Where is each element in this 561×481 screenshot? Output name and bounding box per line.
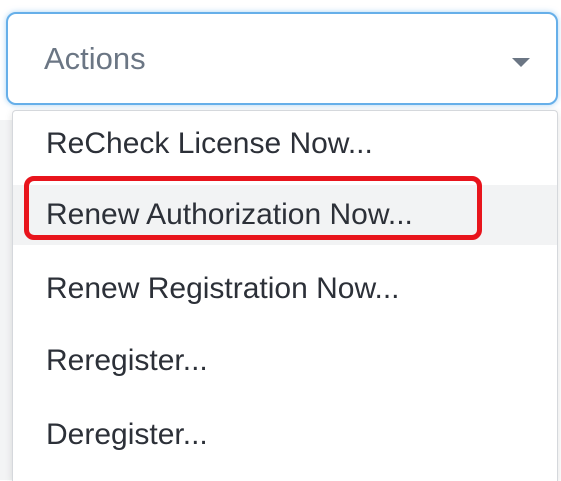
menu-item-recheck-license[interactable]: ReCheck License Now...	[13, 114, 557, 174]
menu-item-reregister[interactable]: Reregister...	[13, 331, 557, 391]
background-panel	[0, 120, 12, 480]
menu-item-renew-registration[interactable]: Renew Registration Now...	[13, 259, 557, 319]
actions-menu: ReCheck License Now... Renew Authorizati…	[12, 110, 558, 481]
menu-item-deregister[interactable]: Deregister...	[13, 405, 557, 465]
actions-select-label: Actions	[44, 41, 146, 76]
actions-select[interactable]: Actions	[6, 12, 558, 105]
menu-item-renew-authorization[interactable]: Renew Authorization Now...	[13, 185, 557, 245]
actions-dropdown-screen: Actions ReCheck License Now... Renew Aut…	[0, 0, 561, 481]
caret-down-icon[interactable]	[512, 58, 530, 67]
